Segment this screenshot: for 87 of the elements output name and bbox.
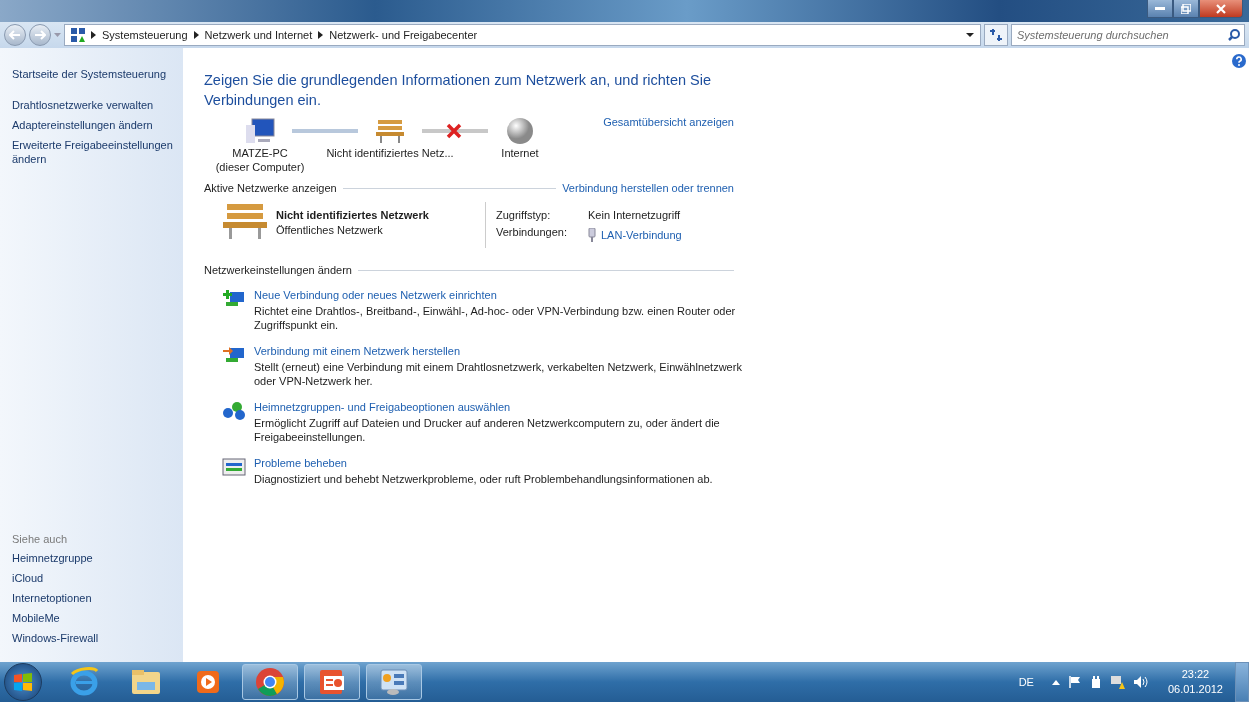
network-name: Nicht identifiziertes Netzwerk (276, 209, 429, 221)
browser-icon (68, 666, 100, 698)
start-button[interactable] (4, 663, 42, 701)
page-heading: Zeigen Sie die grundlegenden Informationen zum Netzwerk an, und richten Sie Verbindungen ein. (204, 71, 712, 110)
back-arrow-icon (9, 30, 21, 40)
sidebar-link[interactable]: MobileMe (12, 608, 183, 628)
clock-time[interactable]: 23:22 (1181, 667, 1210, 682)
sidebar-link[interactable]: Adaptereinstellungen ändern (12, 115, 183, 135)
chevron-right-icon (193, 31, 199, 39)
field-value: Kein Internetzugriff (588, 209, 682, 223)
task-description: Ermöglicht Zugriff auf Dateien und Drucker auf anderen Netzwerkcomputern zu, oder ändert die Freigabeeinstellungen. (254, 416, 721, 444)
back-button[interactable] (4, 24, 26, 46)
section-title: Netzwerkeinstellungen ändern (204, 264, 352, 276)
clock-date[interactable]: 06.01.2012 (1167, 682, 1223, 697)
dropdown-caret-icon (54, 33, 61, 37)
network-warning-icon (1110, 675, 1125, 689)
network-connect-icon (222, 345, 246, 365)
control-panel-icon (71, 28, 85, 42)
network-node-label: (dieser Computer) (215, 160, 305, 174)
play-icon (196, 670, 220, 694)
restore-icon (1181, 3, 1191, 14)
task-link[interactable]: Neue Verbindung oder neues Netzwerk einrichten (254, 289, 744, 301)
refresh-icon (989, 29, 1003, 41)
troubleshoot-icon (222, 457, 246, 477)
section-title: Aktive Netzwerke anzeigen (204, 182, 337, 194)
breadcrumb-item[interactable]: Netzwerk- und Freigabecenter (329, 29, 478, 41)
task-description: Stellt (erneut) eine Verbindung mit einem Drahtlosnetzwerk, verkabelten Netzwerk, Einwählnetzwerk oder VPN-Netzwerk her. (254, 360, 743, 388)
breadcrumb-item[interactable]: Systemsteuerung (102, 29, 188, 41)
taskbar-button[interactable] (242, 664, 298, 700)
computer-icon (245, 117, 275, 145)
taskbar-button[interactable] (304, 664, 360, 700)
homegroup-icon (222, 401, 246, 421)
address-field[interactable]: Systemsteuerung Netzwerk und Internet Netzwerk- und Freigabecenter (64, 24, 981, 46)
field-label: Verbindungen: (496, 226, 568, 240)
connection-link[interactable]: LAN-Verbindung (601, 228, 682, 241)
network-adapter-icon (588, 227, 596, 242)
network-add-icon (222, 289, 246, 309)
task-description: Richtet eine Drahtlos-, Breitband-, Einwähl-, Ad-hoc- oder VPN-Verbindung bzw. einen Router oder Zugriffspunkt ein. (254, 304, 737, 332)
chevron-right-icon (318, 31, 324, 39)
task-link[interactable]: Probleme beheben (254, 457, 744, 469)
maximize-button[interactable] (1173, 0, 1199, 18)
help-button[interactable] (1232, 54, 1246, 68)
help-icon (1232, 54, 1246, 68)
sidebar-link[interactable]: Startseite der Systemsteuerung (12, 64, 183, 84)
network-node-label: Internet (501, 146, 539, 160)
network-node-label: Nicht identifiziertes Netz... (326, 146, 454, 160)
close-button[interactable] (1199, 0, 1243, 18)
sidebar-link[interactable]: Windows-Firewall (12, 628, 183, 648)
sidebar-link[interactable]: Erweiterte Freigabeeinstellungen ändern (12, 135, 183, 169)
bench-icon (222, 202, 268, 240)
folder-icon (130, 668, 162, 696)
sidebar-link[interactable]: Drahtlosnetzwerke verwalten (12, 95, 183, 115)
network-node-label: MATZE-PC (232, 146, 288, 160)
presentation-icon (317, 668, 347, 696)
connect-link[interactable]: Verbindung herstellen oder trennen (562, 182, 734, 194)
network-category-link[interactable]: Öffentliches Netzwerk (276, 224, 429, 236)
sidebar-link[interactable]: Internetoptionen (12, 588, 183, 608)
control-panel-icon (379, 668, 409, 696)
speaker-icon (1133, 676, 1148, 688)
dropdown-caret-icon (966, 33, 974, 37)
forward-button[interactable] (29, 24, 51, 46)
sidebar-link[interactable]: Heimnetzgruppe (12, 548, 183, 568)
close-icon (1216, 3, 1226, 14)
caret-up-icon (1051, 679, 1060, 685)
search-icon (1228, 29, 1240, 41)
search-field[interactable]: Systemsteuerung durchsuchen (1011, 24, 1245, 46)
task-link[interactable]: Verbindung mit einem Netzwerk herstellen (254, 345, 744, 357)
globe-icon (506, 117, 534, 145)
section-label: Siehe auch (12, 532, 69, 547)
overview-link[interactable]: Gesamtübersicht anzeigen (603, 116, 734, 128)
language-indicator[interactable]: DE (1018, 676, 1034, 688)
chevron-right-icon (91, 31, 96, 39)
task-link[interactable]: Heimnetzgruppen- und Freigabeoptionen auswählen (254, 401, 744, 413)
power-plug-icon (1089, 675, 1102, 689)
flag-icon (1068, 676, 1081, 688)
refresh-button[interactable] (984, 24, 1008, 46)
field-label: Zugriffstyp: (496, 209, 552, 223)
minimize-button[interactable] (1147, 0, 1173, 18)
taskbar-button[interactable] (366, 664, 422, 700)
sidebar-link[interactable]: iCloud (12, 568, 183, 588)
windows-logo-icon (13, 672, 33, 692)
minimize-icon (1155, 6, 1165, 11)
breadcrumb-item[interactable]: Netzwerk und Internet (204, 29, 313, 41)
forward-arrow-icon (34, 30, 46, 40)
bench-icon (375, 118, 405, 144)
chrome-icon (255, 667, 285, 697)
task-description: Diagnostiziert und behebt Netzwerkprobleme, oder ruft Problembehandlungsinformationen ab. (254, 472, 714, 486)
